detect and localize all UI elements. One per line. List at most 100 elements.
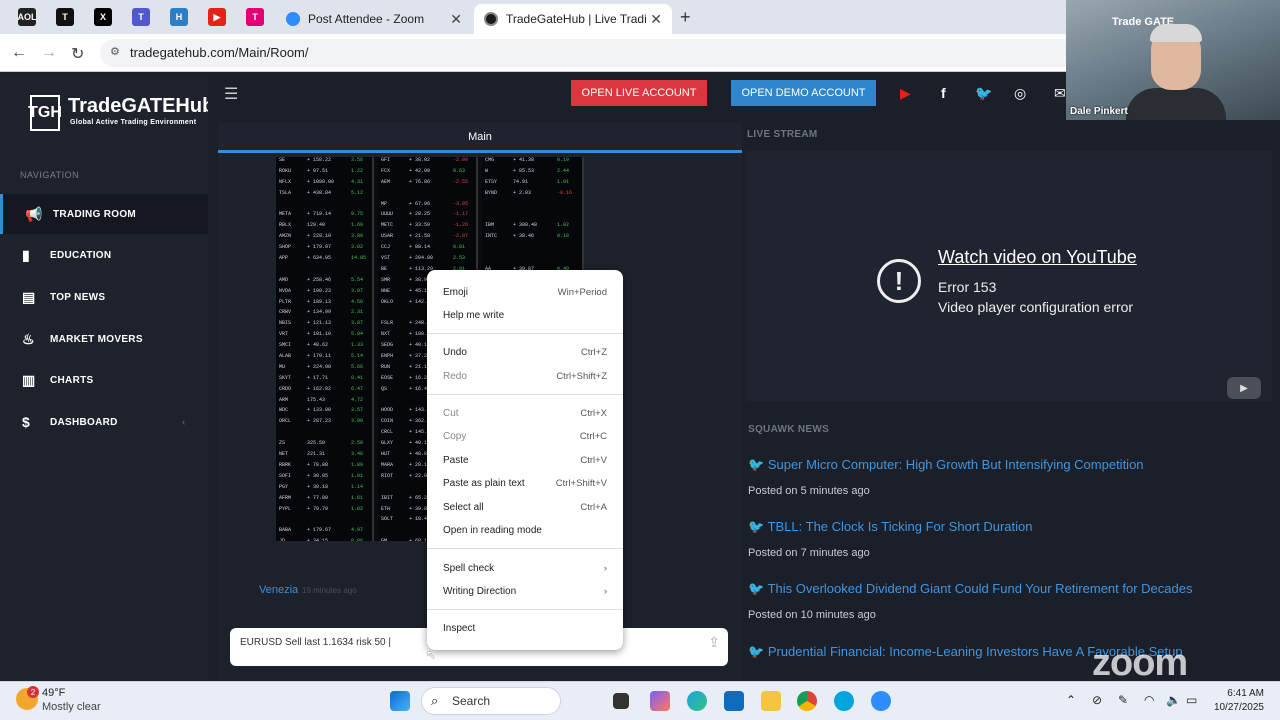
menu-item-paste-plain[interactable]: Paste as plain text Ctrl+Shift+V [443,473,607,493]
menu-item-select-all[interactable]: Select all Ctrl+A [443,497,607,517]
new-tab-button[interactable]: + [680,7,691,28]
scanner-row: UUUU + 20.25 -1.17 [378,211,476,222]
back-icon[interactable]: ← [11,44,27,62]
change: 0.41 [351,374,364,381]
message-username[interactable]: Venezia [259,584,298,596]
forward-icon[interactable]: → [41,44,57,62]
sidebar-item-label: TRADING ROOM [53,208,137,220]
volume-icon[interactable]: 🔈 [1166,693,1181,707]
ticker: IBIT [381,494,394,501]
menu-item-emoji[interactable]: Emoji Win+Period [443,282,607,302]
pen-icon[interactable]: ✎ [1118,693,1128,707]
clock[interactable]: 6:41 AM 10/27/2025 [1212,687,1264,715]
menu-item-redo[interactable]: Redo Ctrl+Shift+Z [443,366,607,386]
chrome-icon[interactable] [797,691,817,711]
tray-chevron-icon[interactable]: ⌃ [1066,693,1076,707]
ticker: NVDA [279,287,292,294]
scanner-row: FCX + 42.00 0.63 [378,168,476,179]
watch-on-youtube-link[interactable]: Watch video on YouTube [938,247,1137,268]
tab-tradegatehub[interactable]: TradeGateHub | Live Trading Ro ✕ [474,4,672,34]
pinned-tab-youtube[interactable]: ▶ [208,8,226,26]
ticker: PGY [279,483,289,490]
open-demo-account-button[interactable]: OPEN DEMO ACCOUNT [731,80,876,106]
scanner-row: SE + 158.22 3.56 [276,157,372,168]
battery-icon[interactable]: ▭ [1186,693,1197,707]
address-bar[interactable]: ⚙ tradegatehub.com/Main/Room/ [100,39,1100,67]
wifi-icon[interactable]: ◠ [1144,693,1154,707]
search-icon: ⌕ [431,693,439,708]
zoom-video-tile[interactable]: Trade GATE Dale Pinkert [1066,0,1280,120]
change: 5.66 [351,363,364,370]
hamburger-menu-icon[interactable]: ☰ [224,84,238,104]
open-live-account-button[interactable]: OPEN LIVE ACCOUNT [571,80,707,106]
copilot-icon[interactable] [650,691,670,711]
close-icon[interactable]: ✕ [450,11,462,28]
menu-item-help-me-write[interactable]: Help me write [443,305,607,325]
news-item-link[interactable]: 🐦 Super Micro Computer: High Growth But … [748,457,1144,473]
menu-label: Paste [443,454,469,466]
edge-icon[interactable] [687,691,707,711]
video-player[interactable]: ! Watch video on YouTube Error 153 Video… [747,151,1272,401]
network-off-icon[interactable]: ⊘ [1092,693,1102,707]
menu-item-inspect[interactable]: Inspect [443,618,607,638]
menu-item-reading-mode[interactable]: Open in reading mode [443,520,607,540]
upload-icon[interactable]: ⇪ [708,634,720,651]
start-icon[interactable] [390,691,410,711]
change: -1.26 [453,222,469,229]
tab-zoom[interactable]: Post Attendee - Zoom ✕ [276,4,472,34]
news-item-link[interactable]: 🐦 This Overlooked Dividend Giant Could F… [748,581,1192,597]
site-info-icon[interactable]: ⚙ [110,45,120,58]
menu-item-cut[interactable]: Cut Ctrl+X [443,403,607,423]
ticker: ZS [279,440,286,447]
change: -2.07 [453,233,469,240]
mail-icon[interactable]: ✉ [1054,85,1066,102]
sidebar-item-dashboard[interactable]: $ DASHBOARD ‹ [0,402,208,442]
close-icon[interactable]: ✕ [650,11,662,28]
skype-icon[interactable] [834,691,854,711]
menu-item-spell-check[interactable]: Spell check › [443,558,607,578]
sidebar-item-education[interactable]: ▮ EDUCATION [0,235,208,275]
file-explorer-icon[interactable] [761,691,781,711]
participant-hair [1150,24,1202,42]
price: + 634.05 [307,255,332,262]
news-item-link[interactable]: 🐦 TBLL: The Clock Is Ticking For Short D… [748,519,1033,535]
logo-name[interactable]: TradeGATEHub [68,95,214,118]
reload-icon[interactable]: ↻ [71,44,84,64]
outlook-icon[interactable] [724,691,744,711]
price: + 308.48 [513,222,538,229]
twitter-icon[interactable]: 🐦 [975,85,992,102]
ticker: CRCL [381,429,394,436]
ticker: COIN [381,418,394,425]
price: + 134.99 [307,309,332,316]
menu-item-paste[interactable]: Paste Ctrl+V [443,450,607,470]
scanner-row: PLTR + 189.13 4.50 [276,299,372,310]
menu-item-undo[interactable]: Undo Ctrl+Z [443,342,607,362]
price: + 70.79 [307,505,329,512]
pinned-tab-aol[interactable]: AOL [18,8,37,26]
youtube-icon[interactable]: ▶ [900,85,911,102]
sidebar-item-top-news[interactable]: ▤ TOP NEWS [0,277,208,317]
chevron-left-icon[interactable]: ‹ [182,417,186,428]
pinned-tab-2[interactable]: T [56,8,74,26]
menu-item-writing-direction[interactable]: Writing Direction › [443,581,607,601]
menu-item-copy[interactable]: Copy Ctrl+C [443,426,607,446]
tab-main[interactable]: Main [218,123,742,153]
change: 1.02 [351,505,364,512]
pinned-tab-teams[interactable]: T [132,8,150,26]
pinned-tab-5[interactable]: H [170,8,188,26]
zoom-app-icon[interactable] [871,691,891,711]
taskbar-search[interactable]: ⌕ Search [421,687,561,715]
facebook-icon[interactable]: f [941,85,946,101]
sidebar-item-trading-room[interactable]: 📢 TRADING ROOM [0,194,208,234]
price: + 76.86 [409,178,431,185]
task-view-icon[interactable] [613,693,629,709]
sidebar-item-market-movers[interactable]: ♨ MARKET MOVERS [0,319,208,359]
instagram-icon[interactable]: ◎ [1014,85,1026,102]
sidebar-item-charts[interactable]: ▥ CHARTS [0,360,208,400]
change: 1.61 [351,494,364,501]
pinned-tab-tmobile[interactable]: T [246,8,264,26]
ticker: ETH [381,505,391,512]
youtube-logo-icon[interactable]: ▶ [1227,377,1261,399]
price: + 42.00 [409,167,431,174]
pinned-tab-x[interactable]: X [94,8,112,26]
